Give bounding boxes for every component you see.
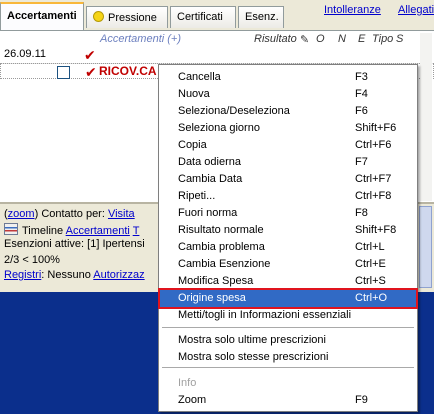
grid-header-o: O xyxy=(316,33,325,45)
menu-item-shortcut: F3 xyxy=(355,71,368,83)
menu-item-shortcut: Ctrl+E xyxy=(355,258,386,270)
tab-certificati[interactable]: Certificati xyxy=(170,6,236,28)
menu-item-label: Ripeti... xyxy=(178,190,216,202)
menu-item-label: Cambia Data xyxy=(178,173,243,185)
tab-label: Accertamenti xyxy=(7,10,77,22)
menu-item-shortcut: Ctrl+O xyxy=(355,292,388,304)
accertamenti-link[interactable]: Accertamenti xyxy=(66,225,130,237)
row-checkbox[interactable] xyxy=(57,66,70,79)
grid-header-accertamenti[interactable]: Accertamenti (+) xyxy=(100,33,181,45)
menu-item-label: Risultato normale xyxy=(178,224,264,236)
context-menu: Cancella F3 Nuova F4 Seleziona/Deseleziona F6… xyxy=(158,64,418,412)
grid-header-risultato: Risultato xyxy=(254,33,297,45)
menu-item-shortcut: Ctrl+F6 xyxy=(355,139,392,151)
menu-item-label: Copia xyxy=(178,139,207,151)
grid-scrollbar[interactable] xyxy=(420,33,432,201)
menu-item-label: Cancella xyxy=(178,71,221,83)
visita-link[interactable]: Visita xyxy=(108,208,135,220)
menu-item-label: Seleziona/Deseleziona xyxy=(178,105,290,117)
registri-line: Registri: Nessuno Autorizzaz xyxy=(4,269,145,281)
menu-item-shortcut: Ctrl+S xyxy=(355,275,386,287)
timeline-icon xyxy=(4,223,18,235)
menu-item-label: Cambia problema xyxy=(178,241,265,253)
table-row[interactable]: 26.09.11 ✔ xyxy=(0,47,434,64)
menu-item-label: Metti/togli in Informazioni essenziali xyxy=(178,309,352,321)
menu-item-mostra-solo-stesse-prescrizioni[interactable]: Mostra solo stesse prescrizioni xyxy=(160,349,416,366)
timeline-label: Timeline xyxy=(22,225,64,237)
menu-item-mostra-solo-ultime-prescrizioni[interactable]: Mostra solo ultime prescrizioni xyxy=(160,332,416,349)
grid-header-e: E xyxy=(358,33,366,45)
menu-item-label: Origine spesa xyxy=(178,292,246,304)
menu-item-label: Cambia Esenzione xyxy=(178,258,271,270)
menu-item-label: Nuova xyxy=(178,88,210,100)
menu-item-cambia-esenzione[interactable]: Cambia Esenzione Ctrl+E xyxy=(160,256,416,273)
menu-item-risultato-normale[interactable]: Risultato normale Shift+F8 xyxy=(160,222,416,239)
checkmark-icon: ✔ xyxy=(84,47,96,63)
menu-separator xyxy=(162,367,414,368)
link-intolleranze[interactable]: Intolleranze xyxy=(324,4,381,16)
menu-item-cambia-data[interactable]: Cambia Data Ctrl+F7 xyxy=(160,171,416,188)
menu-item-shortcut: Ctrl+L xyxy=(355,241,385,253)
registri-link[interactable]: Registri xyxy=(4,269,41,281)
menu-separator xyxy=(162,327,414,328)
ratio-text: 2/3 < 100% xyxy=(4,254,60,266)
menu-item-metti-togli-in-informazioni-essenziali[interactable]: Metti/togli in Informazioni essenziali xyxy=(160,307,416,324)
menu-item-cancella[interactable]: Cancella F3 xyxy=(160,69,416,86)
menu-item-zoom[interactable]: Zoom F9 xyxy=(160,392,416,409)
menu-item-label: Modifica Spesa xyxy=(178,275,254,287)
menu-item-data-odierna[interactable]: Data odierna F7 xyxy=(160,154,416,171)
registri-text: : Nessuno xyxy=(41,269,91,281)
tab-label: Certificati xyxy=(177,11,223,23)
menu-item-fuori-norma[interactable]: Fuori norma F8 xyxy=(160,205,416,222)
menu-item-cambia-problema[interactable]: Cambia problema Ctrl+L xyxy=(160,239,416,256)
zoom-link[interactable]: zoom xyxy=(8,208,35,220)
menu-item-label: Zoom xyxy=(178,394,207,406)
menu-item-shortcut: F6 xyxy=(355,105,368,117)
menu-item-shortcut: F4 xyxy=(355,88,368,100)
tab-esenz[interactable]: Esenz. xyxy=(238,6,284,28)
tab-bar: Accertamenti Pressione Certificati Esenz… xyxy=(0,0,434,30)
link-allegati[interactable]: Allegati xyxy=(398,4,434,16)
tab-label: Pressione xyxy=(108,12,157,24)
menu-item-seleziona-deseleziona[interactable]: Seleziona/Deseleziona F6 xyxy=(160,103,416,120)
tab-accertamenti[interactable]: Accertamenti xyxy=(0,2,84,30)
menu-item-info: Info xyxy=(160,375,416,392)
contact-label: Contatto per: xyxy=(41,208,105,220)
menu-item-shortcut: F8 xyxy=(355,207,368,219)
menu-item-shortcut: Ctrl+F8 xyxy=(355,190,392,202)
row-date: 26.09.11 xyxy=(4,48,47,60)
contact-line: (zoom) Contatto per: Visita xyxy=(4,208,135,220)
exemptions-text: Esenzioni attive: [1] Ipertensi xyxy=(4,238,145,250)
menu-item-modifica-spesa[interactable]: Modifica Spesa Ctrl+S xyxy=(160,273,416,290)
menu-item-shortcut: F7 xyxy=(355,156,368,168)
autorizzazioni-link[interactable]: Autorizzaz xyxy=(93,269,144,281)
menu-item-shortcut: Shift+F8 xyxy=(355,224,397,236)
menu-item-label: Mostra solo stesse prescrizioni xyxy=(178,351,329,363)
grid-header-n: N xyxy=(338,33,346,45)
menu-item-label: Data odierna xyxy=(178,156,241,168)
grid-header-tipo: Tipo xyxy=(372,33,394,45)
menu-item-ripeti[interactable]: Ripeti... Ctrl+F8 xyxy=(160,188,416,205)
menu-item-shortcut: F9 xyxy=(355,394,368,406)
menu-item-shortcut: Shift+F6 xyxy=(355,122,397,134)
timeline-link-2[interactable]: T xyxy=(133,225,140,237)
checkmark-icon: ✔ xyxy=(85,64,97,80)
status-dot-icon xyxy=(93,11,104,22)
tab-label: Esenz. xyxy=(245,11,279,23)
menu-item-nuova[interactable]: Nuova F4 xyxy=(160,86,416,103)
menu-item-label: Info xyxy=(178,377,197,389)
menu-item-label: Seleziona giorno xyxy=(178,122,260,134)
timeline-line: Timeline Accertamenti T xyxy=(4,223,139,237)
menu-item-seleziona-giorno[interactable]: Seleziona giorno Shift+F6 xyxy=(160,120,416,137)
menu-item-label: Fuori norma xyxy=(178,207,238,219)
pen-icon: ✎ xyxy=(300,34,310,46)
menu-item-origine-spesa[interactable]: Origine spesa Ctrl+O xyxy=(158,288,418,309)
bottom-scrollbar[interactable] xyxy=(419,206,432,288)
menu-item-label: Mostra solo ultime prescrizioni xyxy=(178,334,326,346)
menu-item-copia[interactable]: Copia Ctrl+F6 xyxy=(160,137,416,154)
grid-header-s: S xyxy=(396,33,404,45)
tab-pressione[interactable]: Pressione xyxy=(86,6,168,28)
menu-item-shortcut: Ctrl+F7 xyxy=(355,173,392,185)
row-text: RICOV.CA xyxy=(99,64,157,78)
